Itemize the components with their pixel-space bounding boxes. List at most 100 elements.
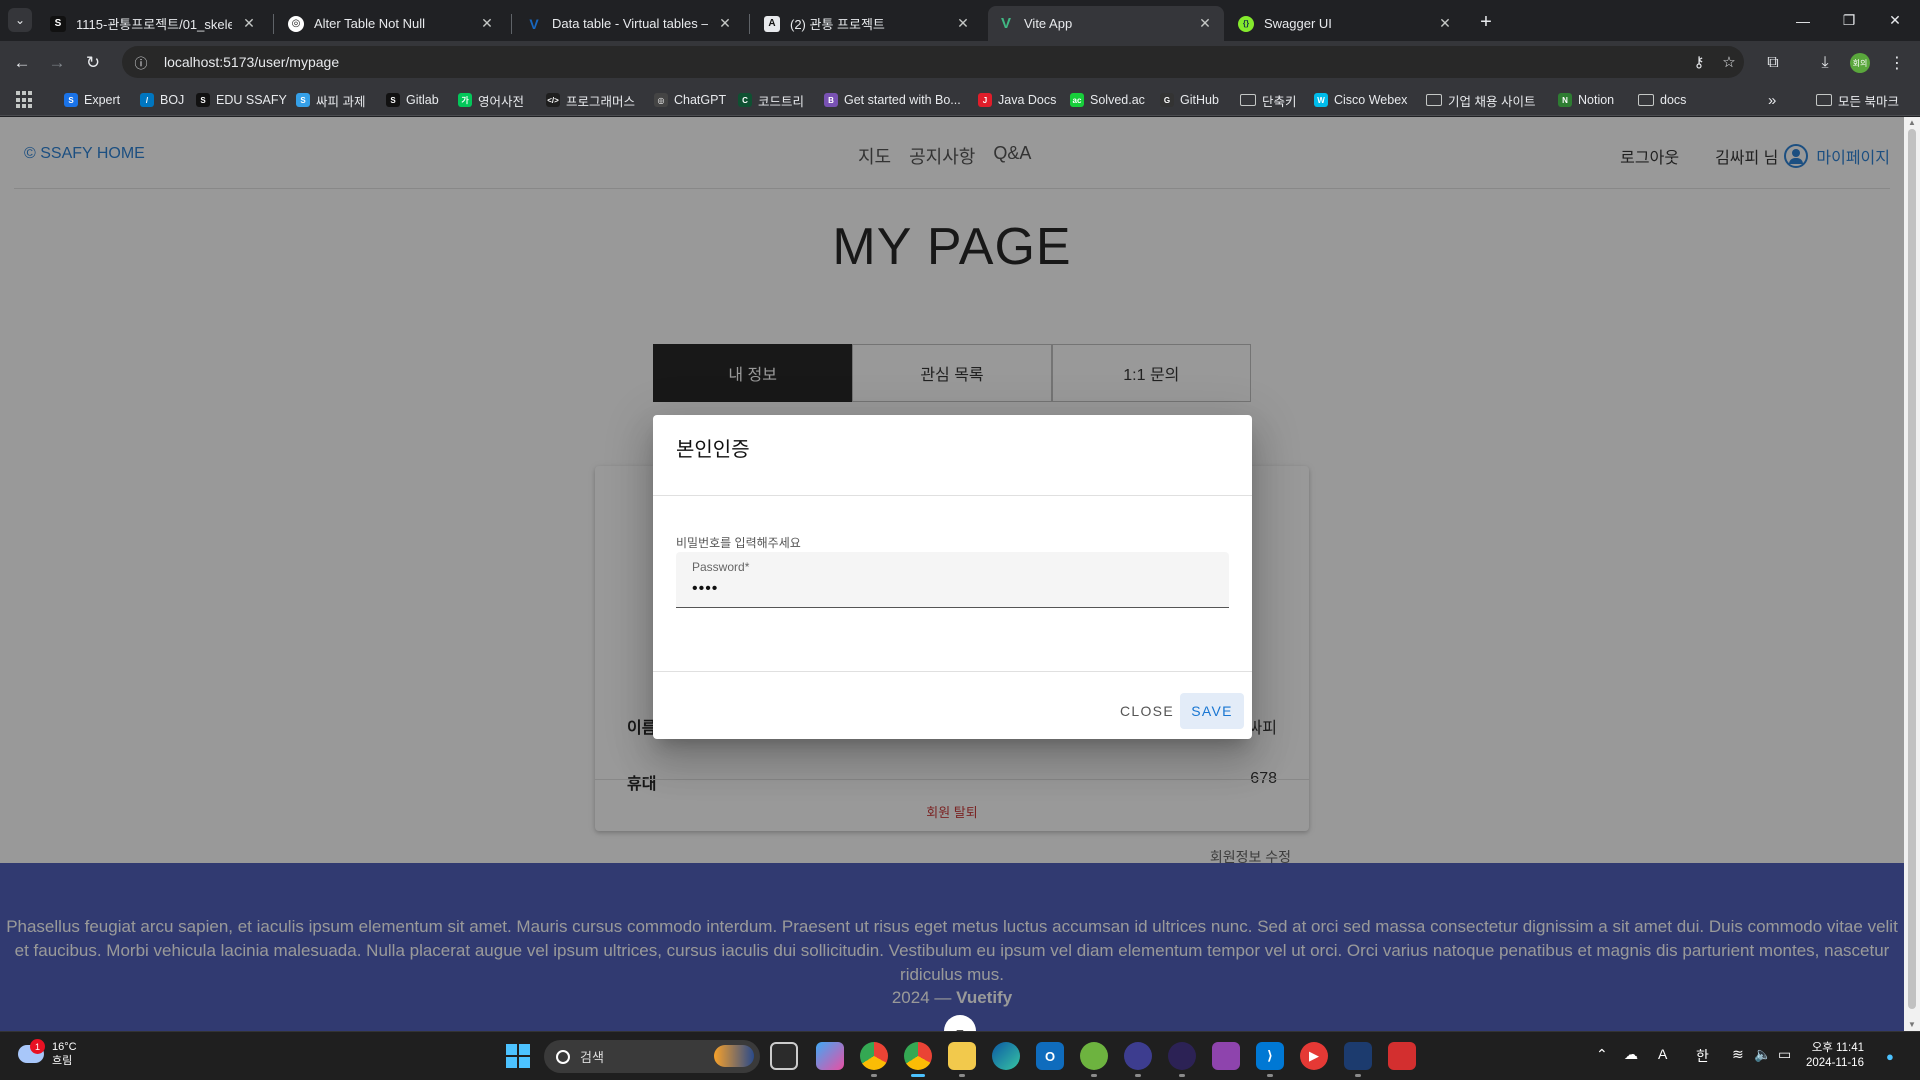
site-info-icon[interactable]: ⓘ (130, 51, 152, 73)
eclipse-ide-icon[interactable] (1168, 1042, 1196, 1077)
volume-icon[interactable]: 🔈 (1754, 1046, 1771, 1063)
back-arrow-icon[interactable]: ← (8, 49, 36, 77)
apps-grid-icon[interactable] (16, 91, 34, 109)
chrome-profile-icon[interactable] (904, 1042, 932, 1077)
bookmark-item[interactable]: W Cisco Webex (1314, 90, 1407, 110)
tab-title: (2) 관통 프로젝트 (790, 17, 885, 32)
tab-close-icon[interactable]: ✕ (240, 15, 258, 33)
spring-tool-icon[interactable] (1080, 1042, 1108, 1077)
bookmark-item[interactable]: </> 프로그래머스 (546, 90, 635, 110)
address-bar[interactable]: ⓘ localhost:5173/user/mypage ⚷ ☆ (122, 46, 1744, 78)
restore-icon[interactable]: ❐ (1826, 0, 1872, 41)
scroll-down-arrow-icon[interactable]: ▼ (1908, 1021, 1916, 1029)
tab-close-icon[interactable]: ✕ (1436, 15, 1454, 33)
bookmark-item[interactable]: / BOJ (140, 90, 184, 110)
weather-widget[interactable]: 1 16°C 흐림 (18, 1039, 77, 1068)
scroll-up-arrow-icon[interactable]: ▲ (1908, 119, 1916, 127)
windows-start-icon[interactable] (506, 1044, 530, 1068)
bookmark-label: ChatGPT (674, 93, 727, 107)
extensions-puzzle-icon[interactable]: ⧉ (1758, 49, 1788, 77)
tab-close-icon[interactable]: ✕ (954, 15, 972, 33)
scrollbar-thumb[interactable] (1908, 129, 1916, 1009)
password-input[interactable]: •••• (692, 580, 718, 598)
battery-icon[interactable]: ▭ (1778, 1046, 1791, 1063)
outlook-icon[interactable]: O (1036, 1042, 1064, 1070)
download-icon[interactable]: ⤓ (1810, 49, 1840, 77)
more-bookmarks-chevron-icon[interactable]: » (1768, 90, 1776, 110)
bookmark-favicon-icon: W (1314, 93, 1328, 107)
folder-icon (1240, 94, 1256, 106)
bookmark-item[interactable]: B Get started with Bo... (824, 90, 961, 110)
bookmark-favicon-icon: G (1160, 93, 1174, 107)
close-button[interactable]: CLOSE (1110, 693, 1184, 729)
browser-tab[interactable]: V Data table - Virtual tables — V ✕ (516, 6, 744, 41)
save-button[interactable]: SAVE (1180, 693, 1244, 729)
kebab-menu-icon[interactable]: ⋮ (1882, 49, 1912, 77)
page-scrollbar[interactable]: ▲ ▼ (1904, 117, 1920, 1031)
bookmark-label: Get started with Bo... (844, 93, 961, 107)
bookmark-item[interactable]: S Expert (64, 90, 120, 110)
mysql-workbench-icon[interactable] (1344, 1042, 1372, 1077)
url-text[interactable]: localhost:5173/user/mypage (164, 54, 1684, 70)
tab-title: Vite App (1024, 16, 1073, 31)
bookmarks-bar: S Expert / BOJ S EDU SSAFY S 싸피 과제 S Gitlab 가 영어사전 <… (0, 83, 1920, 116)
tab-close-icon[interactable]: ✕ (1196, 15, 1214, 33)
password-key-icon[interactable]: ⚷ (1684, 48, 1714, 76)
ime-language[interactable]: 한 (1696, 1046, 1709, 1066)
tray-chevron-up-icon[interactable]: ⌃ (1596, 1046, 1608, 1063)
bookmark-item[interactable]: ◎ ChatGPT (654, 90, 726, 110)
bookmark-label: 싸피 과제 (316, 94, 366, 109)
task-view-icon[interactable] (770, 1042, 798, 1070)
bookmark-label: Solved.ac (1090, 93, 1145, 107)
bookmark-star-icon[interactable]: ☆ (1714, 48, 1744, 76)
eclipse-icon[interactable] (1124, 1042, 1152, 1077)
new-tab-plus-icon[interactable]: + (1472, 9, 1500, 35)
reload-icon[interactable]: ↻ (79, 49, 107, 77)
onedrive-cloud-icon[interactable]: ☁ (1624, 1046, 1638, 1063)
tab-search-icon[interactable]: ⌄ (8, 8, 32, 32)
bookmark-item[interactable]: S 싸피 과제 (296, 90, 365, 110)
bookmark-item[interactable]: S EDU SSAFY (196, 90, 287, 110)
tab-close-icon[interactable]: ✕ (478, 15, 496, 33)
ime-mode[interactable]: A (1658, 1046, 1667, 1062)
dialog-title: 본인인증 (676, 439, 750, 461)
file-explorer-icon[interactable] (948, 1042, 976, 1077)
browser-tab[interactable]: S 1115-관통프로젝트/01_skeleto ✕ (40, 6, 268, 41)
profile-avatar[interactable]: 회의 (1850, 53, 1870, 73)
page-viewport: © SSAFY HOME 지도 공지사항 Q&A 로그아웃 김싸피 님 마이페이… (0, 117, 1920, 1031)
forward-arrow-icon[interactable]: → (43, 49, 71, 77)
bookmark-label: Java Docs (998, 93, 1057, 107)
bookmark-item[interactable]: C 코드트리 (738, 90, 804, 110)
notification-bell-icon[interactable]: ● (1886, 1049, 1900, 1064)
vscode-icon[interactable]: ⟩ (1256, 1042, 1284, 1077)
browser-tab[interactable]: A (2) 관통 프로젝트 ✕ (754, 6, 982, 41)
bookmark-item[interactable]: G GitHub (1160, 90, 1219, 110)
bookmark-item[interactable]: N Notion (1558, 90, 1614, 110)
browser-tab[interactable]: {} Swagger UI ✕ (1228, 6, 1464, 41)
taskbar-search-box[interactable]: 검색 (544, 1040, 760, 1073)
obsidian-icon[interactable] (1212, 1042, 1240, 1070)
window-close-icon[interactable]: ✕ (1872, 0, 1918, 41)
wifi-icon[interactable]: ≋ (1732, 1046, 1744, 1063)
tab-close-icon[interactable]: ✕ (716, 15, 734, 33)
bookmark-item[interactable]: 가 영어사전 (458, 90, 524, 110)
all-bookmarks-folder[interactable]: 모든 북마크 (1816, 90, 1899, 110)
bookmark-item[interactable]: S Gitlab (386, 90, 439, 110)
bookmark-item[interactable]: ac Solved.ac (1070, 90, 1145, 110)
copilot-icon[interactable] (816, 1042, 844, 1070)
bookmark-item[interactable]: 단축키 (1240, 90, 1297, 110)
browser-tab-active[interactable]: V Vite App ✕ (988, 6, 1224, 41)
minimize-icon[interactable]: — (1780, 0, 1826, 41)
system-clock[interactable]: 오후 11:41 2024-11-16 (1806, 1041, 1864, 1071)
bookmark-item[interactable]: J Java Docs (978, 90, 1056, 110)
chrome-icon[interactable] (860, 1042, 888, 1077)
browser-tab[interactable]: ◎ Alter Table Not Null ✕ (278, 6, 506, 41)
media-player-icon[interactable]: ▶ (1300, 1042, 1328, 1070)
bookmark-item[interactable]: 기업 채용 사이트 (1426, 90, 1535, 110)
bookmark-label: 기업 채용 사이트 (1448, 94, 1536, 109)
edge-icon[interactable] (992, 1042, 1020, 1070)
bookmark-item[interactable]: docs (1638, 90, 1686, 110)
password-field[interactable]: Password* •••• (676, 552, 1229, 608)
snipping-tool-icon[interactable] (1388, 1042, 1416, 1070)
bookmark-label: 프로그래머스 (566, 94, 636, 109)
